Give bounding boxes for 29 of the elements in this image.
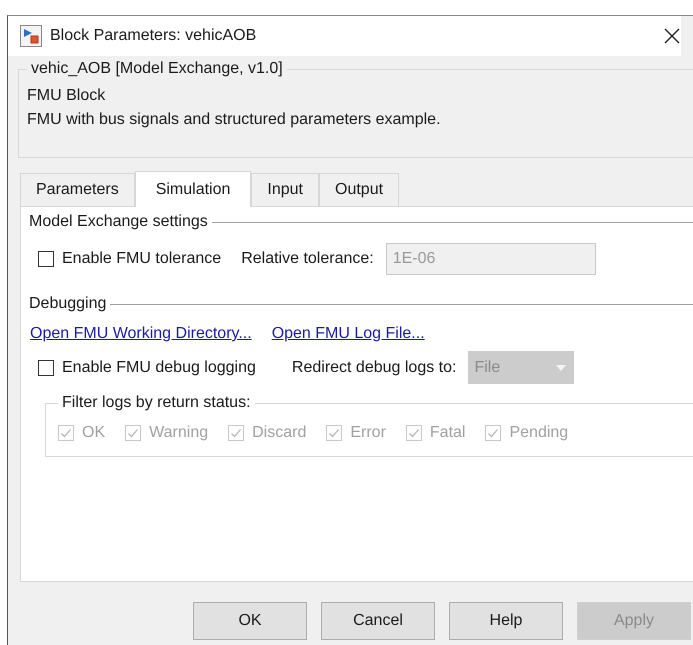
checkbox[interactable]: Enable FMU debug logging — [38, 358, 256, 376]
tab[interactable]: Simulation — [134, 171, 252, 207]
dialog-button[interactable]: Cancel — [321, 602, 435, 640]
link[interactable]: Open FMU Log File... — [272, 325, 425, 343]
checkbox[interactable]: Enable FMU tolerance — [38, 250, 222, 268]
group-title: vehic_AOB [Model Exchange, v1.0] — [30, 60, 284, 78]
check-icon — [487, 427, 500, 439]
section-title: Model Exchange settings — [29, 213, 208, 231]
caret-icon — [556, 364, 566, 370]
close-icon[interactable] — [663, 27, 681, 45]
check-icon — [127, 427, 140, 439]
check-icon — [328, 427, 340, 439]
field-label: Relative tolerance: — [241, 250, 374, 268]
check-icon — [230, 427, 242, 439]
window-title: Block Parameters: vehicAOB — [50, 27, 258, 45]
tab[interactable]: Input — [251, 173, 319, 206]
block-icon — [20, 25, 42, 47]
tab[interactable]: Parameters — [20, 173, 135, 206]
link[interactable]: Open FMU Working Directory... — [30, 325, 252, 343]
check-icon — [408, 427, 420, 439]
dialog-button[interactable]: Help — [449, 602, 563, 640]
field-label: Redirect debug logs to: — [292, 358, 456, 376]
dialog-button[interactable]: OK — [193, 602, 307, 640]
description-text: FMU with bus signals and structured parameters example. — [27, 110, 442, 130]
tab[interactable]: Output — [319, 173, 400, 206]
section-title: Debugging — [29, 295, 106, 313]
check-icon — [60, 427, 72, 439]
description-text: FMU Block — [27, 86, 106, 106]
group-title: Filter logs by return status: — [61, 394, 252, 412]
